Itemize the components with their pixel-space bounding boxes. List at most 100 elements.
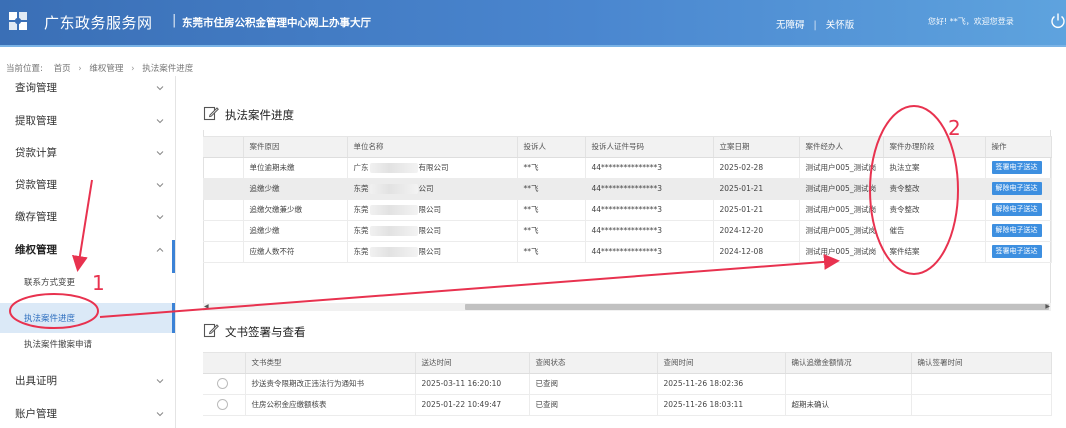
cell-reason: 追缴欠缴兼少缴 xyxy=(243,199,348,221)
doc-section-title: 文书签署与查看 xyxy=(225,325,306,339)
col-read-time: 查阅时间 xyxy=(657,353,786,374)
power-icon[interactable] xyxy=(1050,12,1066,30)
redaction-blur xyxy=(369,226,418,236)
col-confirm-amount: 确认追缴金额情况 xyxy=(785,353,912,374)
case-section-title: 执法案件进度 xyxy=(225,108,294,122)
user-greeting: 您好! **飞，欢迎您登录 xyxy=(928,17,1014,26)
cell-sign-time xyxy=(911,394,1052,416)
breadcrumb-rights[interactable]: 维权管理 xyxy=(89,64,123,74)
access-links: 无障碍 | 关怀版 xyxy=(776,17,854,31)
accessible-link[interactable]: 无障碍 xyxy=(776,20,805,31)
sign-delivery-button[interactable]: 签署电子送达 xyxy=(991,161,1042,174)
sidebar-item-query[interactable]: 查询管理 xyxy=(0,76,175,104)
cell-date: 2024-12-20 xyxy=(713,220,800,242)
cell-sent-time: 2025-01-22 10:49:47 xyxy=(415,394,530,416)
sidebar-item-label: 账户管理 xyxy=(15,408,57,420)
chevron-down-icon xyxy=(156,181,164,189)
table-row[interactable]: 追缴少缴 东莞 限公司 **飞 44***************3 2024-1… xyxy=(203,220,1052,242)
elder-mode-link[interactable]: 关怀版 xyxy=(826,20,855,31)
table-row[interactable]: 追缴欠缴兼少缴 东莞 限公司 **飞 44***************3 202… xyxy=(203,199,1052,221)
sidebar-item-rights[interactable]: 维权管理 xyxy=(0,234,175,266)
table-row[interactable]: 单位逾期未缴 广东 有限公司 **飞 44***************3 202… xyxy=(203,157,1052,179)
cell-handler: 测试用户005_测试岗 xyxy=(799,178,884,200)
sidebar-item-deposit[interactable]: 缴存管理 xyxy=(0,201,175,233)
sidebar: 查询管理 提取管理 贷款计算 贷款管理 缴存管理 维权管理 联系方式变更 执法案… xyxy=(0,76,176,428)
breadcrumb-prefix: 当前位置: xyxy=(6,64,43,74)
col-complainant: 投诉人 xyxy=(517,137,586,158)
chevron-down-icon xyxy=(156,377,164,385)
sidebar-subitem-label: 执法案件撤案申请 xyxy=(24,340,93,350)
sidebar-subitem-case-withdraw[interactable]: 执法案件撤案申请 xyxy=(0,329,175,359)
sidebar-subitem-contact-change[interactable]: 联系方式变更 xyxy=(0,267,175,297)
col-stage: 案件办理阶段 xyxy=(883,137,986,158)
cell-date: 2025-02-28 xyxy=(713,157,800,179)
doc-table: 文书类型 送达时间 查阅状态 查阅时间 确认追缴金额情况 确认签署时间 抄送责令… xyxy=(203,352,1052,416)
cell-unit: 东莞 限公司 xyxy=(347,220,518,242)
cell-id: 44***************3 xyxy=(585,157,714,179)
annotation-number-1: 1 xyxy=(92,271,105,295)
cell-handler: 测试用户005_测试岗 xyxy=(799,220,884,242)
title-separator: | xyxy=(172,13,177,28)
unit-suffix: 限公司 xyxy=(418,226,442,235)
site-title[interactable]: 广东政务服务网 xyxy=(44,12,153,33)
cell-doc-type: 抄送责令限期改正违法行为通知书 xyxy=(245,373,416,395)
site-logo-icon[interactable] xyxy=(8,11,28,31)
unit-suffix: 限公司 xyxy=(418,247,442,256)
unit-prefix: 东莞 xyxy=(353,184,369,193)
col-sent-time: 送达时间 xyxy=(415,353,530,374)
cell-sign-time xyxy=(911,373,1052,395)
cell-unit: 东莞 限公司 xyxy=(347,199,518,221)
sidebar-item-loan-calc[interactable]: 贷款计算 xyxy=(0,137,175,169)
table-row[interactable]: 追缴少缴 东莞 公司 **飞 44***************3 2025-01… xyxy=(203,178,1052,200)
cell-unit: 东莞 限公司 xyxy=(347,241,518,263)
horizontal-scrollbar[interactable]: ◀ ▶ xyxy=(203,303,1051,311)
cell-confirm xyxy=(785,373,912,395)
cell-stage: 责令整改 xyxy=(883,178,986,200)
cell-confirm: 超期未确认 xyxy=(785,394,912,416)
cancel-delivery-button[interactable]: 解除电子送达 xyxy=(991,203,1042,216)
breadcrumb-arrow-icon: › xyxy=(131,64,135,74)
cell-stage: 催告 xyxy=(883,220,986,242)
row-radio[interactable] xyxy=(217,378,228,389)
cell-handler: 测试用户005_测试岗 xyxy=(799,157,884,179)
sidebar-item-loan-manage[interactable]: 贷款管理 xyxy=(0,169,175,201)
breadcrumb-home[interactable]: 首页 xyxy=(54,64,71,74)
table-row[interactable]: 应缴人数不符 东莞 限公司 **飞 44***************3 2024… xyxy=(203,241,1052,263)
cell-stage: 执法立案 xyxy=(883,157,986,179)
chevron-down-icon xyxy=(156,213,164,221)
chevron-down-icon xyxy=(156,410,164,418)
unit-suffix: 限公司 xyxy=(418,205,442,214)
cell-complainant: **飞 xyxy=(517,199,586,221)
col-unit-name: 单位名称 xyxy=(347,137,518,158)
scroll-right-icon[interactable]: ▶ xyxy=(1045,303,1050,310)
sidebar-item-label: 查询管理 xyxy=(15,82,57,94)
col-select xyxy=(203,353,246,374)
unit-prefix: 东莞 xyxy=(353,205,369,214)
sidebar-item-withdraw[interactable]: 提取管理 xyxy=(0,105,175,137)
sign-delivery-button[interactable]: 签署电子送达 xyxy=(991,245,1042,258)
cell-complainant: **飞 xyxy=(517,220,586,242)
cell-handler: 测试用户005_测试岗 xyxy=(799,199,884,221)
table-row[interactable]: 抄送责令限期改正违法行为通知书 2025-03-11 16:20:10 已查阅 … xyxy=(203,373,1052,395)
sidebar-item-label: 贷款计算 xyxy=(15,147,57,159)
cell-date: 2025-01-21 xyxy=(713,178,800,200)
table-row[interactable]: 住房公积金应缴额核表 2025-01-22 10:49:47 已查阅 2025-… xyxy=(203,394,1052,416)
col-id-number: 投诉人证件号码 xyxy=(585,137,714,158)
cancel-delivery-button[interactable]: 解除电子送达 xyxy=(991,224,1042,237)
edit-icon xyxy=(203,322,219,338)
sidebar-item-certificate[interactable]: 出具证明 xyxy=(0,365,175,397)
cell-date: 2025-01-21 xyxy=(713,199,800,221)
cell-read-status: 已查阅 xyxy=(529,373,658,395)
scroll-left-icon[interactable]: ◀ xyxy=(204,303,209,310)
cell-reason: 追缴少缴 xyxy=(243,178,348,200)
scrollbar-thumb[interactable] xyxy=(465,304,1049,310)
cancel-delivery-button[interactable]: 解除电子送达 xyxy=(991,182,1042,195)
sidebar-item-account[interactable]: 账户管理 xyxy=(0,398,175,428)
cell-date: 2024-12-08 xyxy=(713,241,800,263)
unit-prefix: 东莞 xyxy=(353,247,369,256)
row-radio[interactable] xyxy=(217,399,228,410)
annotation-number-2: 2 xyxy=(948,116,961,140)
cell-read-time: 2025-11-26 18:03:11 xyxy=(657,394,786,416)
cell-handler: 测试用户005_测试岗 xyxy=(799,241,884,263)
cell-reason: 单位逾期未缴 xyxy=(243,157,348,179)
